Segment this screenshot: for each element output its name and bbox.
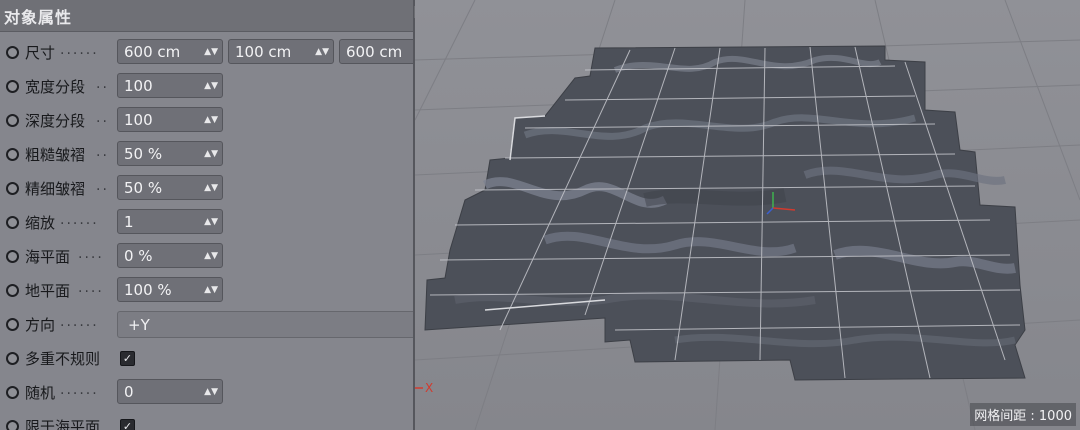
- scale-field[interactable]: 1 ▲▼: [117, 209, 223, 234]
- scale-label: 缩放: [25, 214, 56, 232]
- animate-radio-icon[interactable]: [6, 386, 19, 399]
- orientation-dropdown[interactable]: +Y: [117, 311, 413, 338]
- orientation-label: 方向: [25, 316, 56, 334]
- rough-wrinkle-field[interactable]: 50 % ▲▼: [117, 141, 223, 166]
- animate-radio-icon[interactable]: [6, 46, 19, 59]
- row-scale: 缩放 ...... 1 ▲▼: [0, 206, 413, 240]
- size-x-value: 600 cm: [124, 43, 181, 61]
- label-dots: ......: [60, 212, 99, 228]
- animate-radio-icon[interactable]: [6, 114, 19, 127]
- spinner-icon[interactable]: ▲▼: [204, 244, 218, 267]
- label-dots: ..: [96, 110, 109, 126]
- fine-wrinkle-label: 精细皱褶: [25, 180, 86, 198]
- multi-irregular-checkbox[interactable]: ✓: [120, 351, 135, 366]
- spinner-icon[interactable]: ▲▼: [204, 142, 218, 165]
- app-window: 对象属性 尺寸 ...... 600 cm ▲▼ 100 cm ▲▼ 600 c…: [0, 0, 1080, 430]
- label-dots: ......: [60, 382, 99, 398]
- size-y-value: 100 cm: [235, 43, 292, 61]
- row-random: 随机 ...... 0 ▲▼: [0, 376, 413, 410]
- animate-radio-icon[interactable]: [6, 182, 19, 195]
- depth-segments-field[interactable]: 100 ▲▼: [117, 107, 223, 132]
- 3d-viewport[interactable]: X 网格间距 : 1000: [415, 0, 1080, 430]
- spinner-icon[interactable]: ▲▼: [204, 210, 218, 233]
- row-limit-sea-level: 限于海平面 ✓: [0, 410, 413, 430]
- width-segments-label: 宽度分段: [25, 78, 86, 96]
- row-sea-level: 海平面 .... 0 % ▲▼: [0, 240, 413, 274]
- sea-level-value: 0 %: [124, 247, 153, 265]
- label-dots: ..: [96, 178, 109, 194]
- animate-radio-icon[interactable]: [6, 80, 19, 93]
- spinner-icon[interactable]: ▲▼: [204, 108, 218, 131]
- label-dots: ..: [96, 76, 109, 92]
- orientation-value: +Y: [128, 316, 150, 334]
- depth-segments-label: 深度分段: [25, 112, 86, 130]
- sea-level-field[interactable]: 0 % ▲▼: [117, 243, 223, 268]
- spinner-icon[interactable]: ▲▼: [204, 278, 218, 301]
- sea-level-label: 海平面: [25, 248, 71, 266]
- attribute-panel: 对象属性 尺寸 ...... 600 cm ▲▼ 100 cm ▲▼ 600 c…: [0, 0, 413, 430]
- size-z-field[interactable]: 600 cm: [339, 39, 413, 64]
- fine-wrinkle-value: 50 %: [124, 179, 163, 197]
- random-field[interactable]: 0 ▲▼: [117, 379, 223, 404]
- row-multi-irregular: 多重不规则 ✓: [0, 342, 413, 376]
- label-dots: ......: [60, 314, 99, 330]
- label-dots: ......: [60, 42, 99, 58]
- row-ground-level: 地平面 .... 100 % ▲▼: [0, 274, 413, 308]
- spinner-icon[interactable]: ▲▼: [204, 74, 218, 97]
- row-rough-wrinkle: 粗糙皱褶 .. 50 % ▲▼: [0, 138, 413, 172]
- size-y-field[interactable]: 100 cm ▲▼: [228, 39, 334, 64]
- animate-radio-icon[interactable]: [6, 284, 19, 297]
- ground-level-label: 地平面: [25, 282, 71, 300]
- limit-sea-level-label: 限于海平面: [25, 418, 101, 430]
- size-x-field[interactable]: 600 cm ▲▼: [117, 39, 223, 64]
- limit-sea-level-checkbox[interactable]: ✓: [120, 419, 135, 430]
- random-value: 0: [124, 383, 134, 401]
- spinner-icon[interactable]: ▲▼: [315, 40, 329, 63]
- spinner-icon[interactable]: ▲▼: [204, 40, 218, 63]
- animate-radio-icon[interactable]: [6, 216, 19, 229]
- size-z-value: 600 cm: [346, 43, 403, 61]
- scale-value: 1: [124, 213, 134, 231]
- panel-title: 对象属性: [4, 7, 73, 27]
- attribute-rows: 尺寸 ...... 600 cm ▲▼ 100 cm ▲▼ 600 cm 宽度分…: [0, 36, 413, 430]
- size-label: 尺寸: [25, 44, 56, 62]
- spinner-icon[interactable]: ▲▼: [204, 176, 218, 199]
- animate-radio-icon[interactable]: [6, 148, 19, 161]
- row-width-segments: 宽度分段 .. 100 ▲▼: [0, 70, 413, 104]
- ground-level-field[interactable]: 100 % ▲▼: [117, 277, 223, 302]
- label-dots: ....: [78, 246, 104, 262]
- width-segments-value: 100: [124, 77, 153, 95]
- label-dots: ....: [78, 280, 104, 296]
- depth-segments-value: 100: [124, 111, 153, 129]
- ground-level-value: 100 %: [124, 281, 172, 299]
- multi-irregular-label: 多重不规则: [25, 350, 101, 368]
- rough-wrinkle-label: 粗糙皱褶: [25, 146, 86, 164]
- panel-header: 对象属性: [0, 0, 413, 32]
- viewport-canvas: X: [415, 0, 1080, 430]
- label-dots: ..: [96, 144, 109, 160]
- animate-radio-icon[interactable]: [6, 318, 19, 331]
- world-axis-label: X: [425, 381, 433, 395]
- row-fine-wrinkle: 精细皱褶 .. 50 % ▲▼: [0, 172, 413, 206]
- spinner-icon[interactable]: ▲▼: [204, 380, 218, 403]
- grid-spacing-readout: 网格间距 : 1000: [970, 403, 1076, 426]
- random-label: 随机: [25, 384, 56, 402]
- width-segments-field[interactable]: 100 ▲▼: [117, 73, 223, 98]
- fine-wrinkle-field[interactable]: 50 % ▲▼: [117, 175, 223, 200]
- animate-radio-icon[interactable]: [6, 250, 19, 263]
- animate-radio-icon[interactable]: [6, 352, 19, 365]
- rough-wrinkle-value: 50 %: [124, 145, 163, 163]
- animate-radio-icon[interactable]: [6, 420, 19, 430]
- row-depth-segments: 深度分段 .. 100 ▲▼: [0, 104, 413, 138]
- row-size: 尺寸 ...... 600 cm ▲▼ 100 cm ▲▼ 600 cm: [0, 36, 413, 70]
- row-orientation: 方向 ...... +Y: [0, 308, 413, 342]
